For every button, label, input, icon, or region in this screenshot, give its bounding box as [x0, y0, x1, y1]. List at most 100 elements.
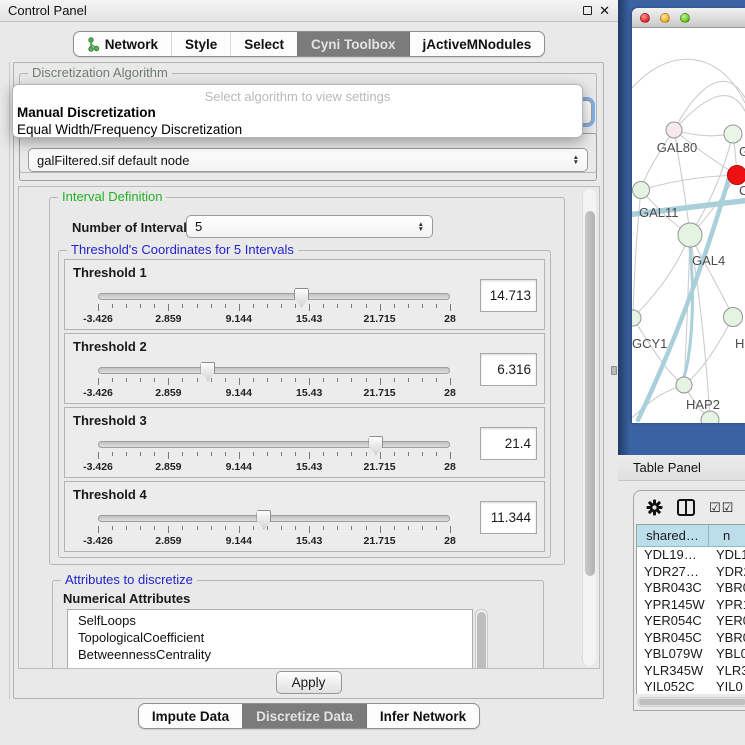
table-row[interactable]: YDR27…YDR2	[637, 564, 745, 581]
threshold-4-slider[interactable]	[98, 515, 450, 522]
algorithm-option-equal-width[interactable]: Equal Width/Frequency Discretization	[13, 121, 582, 138]
tab-select[interactable]: Select	[230, 32, 297, 56]
network-node[interactable]	[724, 308, 743, 327]
algorithm-option-manual[interactable]: Manual Discretization	[13, 104, 582, 121]
tab-discretize-data[interactable]: Discretize Data	[242, 704, 366, 728]
minimize-traffic-light-icon[interactable]	[660, 13, 670, 23]
table-row[interactable]: YBL079WYBL0	[637, 646, 745, 663]
network-node[interactable]	[724, 125, 742, 143]
threshold-4-panel: Threshold 4 -3.4262.8599.14415.4321.7152…	[64, 481, 545, 552]
cell-shared-name[interactable]: YER054C	[637, 613, 709, 630]
threshold-label: Threshold 3	[73, 413, 147, 428]
attributes-list-scrollbar[interactable]	[475, 609, 488, 669]
tab-label: Style	[185, 37, 217, 52]
cell-shared-name[interactable]: YBR045C	[637, 630, 709, 647]
network-node-label: GCY1	[632, 336, 667, 351]
table-data-combobox[interactable]: galFiltered.sif default node ▲▼	[28, 148, 588, 172]
table-horizontal-scrollbar[interactable]	[637, 697, 745, 707]
close-icon[interactable]: ✕	[599, 4, 610, 17]
node-attribute-table[interactable]: shared… n YDL19…YDL1YDR27…YDR2YBR043CYBR…	[636, 524, 745, 694]
spinner-arrows-icon: ▲▼	[412, 222, 424, 232]
threshold-2-value-field[interactable]: 6.316	[480, 353, 537, 386]
cell-name[interactable]: YBR0	[709, 630, 745, 647]
column-header-name[interactable]: n	[709, 525, 745, 547]
float-window-icon[interactable]	[583, 6, 592, 15]
threshold-1-panel: Threshold 1 -3.4262.8599.14415.4321.7152…	[64, 259, 545, 330]
slider-tick-labels: -3.4262.8599.14415.4321.71528	[98, 313, 450, 325]
attribute-list-item[interactable]: SelfLoops	[78, 612, 472, 629]
cell-name[interactable]: YBR0	[709, 580, 745, 597]
network-node[interactable]	[728, 166, 745, 185]
scrollbar-thumb[interactable]	[585, 211, 595, 576]
tab-infer-network[interactable]: Infer Network	[366, 704, 479, 728]
table-row[interactable]: YPR145WYPR1	[637, 597, 745, 614]
network-node[interactable]	[676, 377, 692, 393]
columns-icon[interactable]	[677, 499, 695, 516]
gear-icon[interactable]	[646, 499, 663, 516]
number-of-intervals-combobox[interactable]: 5 ▲▼	[186, 215, 433, 238]
threshold-1-value-field[interactable]: 14.713	[480, 279, 537, 312]
cell-name[interactable]: YBL0	[709, 646, 745, 663]
network-node[interactable]	[632, 310, 641, 326]
attribute-list-item[interactable]: TopologicalCoefficient	[78, 629, 472, 646]
threshold-3-slider[interactable]	[98, 441, 450, 448]
network-node[interactable]	[678, 223, 702, 247]
table-header-row: shared… n	[637, 525, 745, 547]
tick-label: 28	[444, 387, 456, 399]
tick-label: 9.144	[226, 313, 252, 325]
tick-label: 9.144	[226, 387, 252, 399]
settings-scrollbar[interactable]	[582, 189, 596, 666]
apply-button[interactable]: Apply	[276, 671, 342, 694]
slider-tick-labels: -3.4262.8599.14415.4321.71528	[98, 387, 450, 399]
cell-shared-name[interactable]: YBL079W	[637, 646, 709, 663]
table-row[interactable]: YBR043CYBR0	[637, 580, 745, 597]
cell-shared-name[interactable]: YLR345W	[637, 663, 709, 680]
cell-name[interactable]: YLR3	[709, 663, 745, 680]
cell-name[interactable]: YPR1	[709, 597, 745, 614]
checkboxes-icon[interactable]: ☑☑	[709, 500, 734, 516]
tab-cyni-toolbox[interactable]: Cyni Toolbox	[297, 32, 409, 56]
network-canvas[interactable]: GAL80GACGAL11GAL4GCY1HHAP2	[632, 28, 745, 423]
group-title: Threshold's Coordinates for 5 Intervals	[67, 242, 298, 257]
table-row[interactable]: YBR045CYBR0	[637, 630, 745, 647]
table-panel-box: ☑☑ shared… n YDL19…YDL1YDR27…YDR2YBR043C…	[633, 490, 745, 711]
network-desktop-background: GAL80GACGAL11GAL4GCY1HHAP2	[618, 0, 745, 455]
table-row[interactable]: YDL19…YDL1	[637, 547, 745, 564]
attribute-list-item[interactable]: BetweennessCentrality	[78, 646, 472, 663]
scrollbar-thumb[interactable]	[639, 699, 745, 705]
network-node-label: GA	[739, 144, 745, 159]
cell-name[interactable]: YDL1	[709, 547, 745, 564]
network-node[interactable]	[666, 122, 682, 138]
cell-name[interactable]: YIL0	[709, 679, 745, 694]
cell-shared-name[interactable]: YDL19…	[637, 547, 709, 564]
cell-name[interactable]: YER0	[709, 613, 745, 630]
split-pane-handle[interactable]	[611, 366, 617, 375]
attributes-list[interactable]: SelfLoopsTopologicalCoefficientBetweenne…	[67, 609, 473, 669]
tab-impute-data[interactable]: Impute Data	[139, 704, 242, 728]
threshold-2-slider[interactable]	[98, 367, 450, 374]
threshold-1-slider[interactable]	[98, 293, 450, 300]
cell-shared-name[interactable]: YBR043C	[637, 580, 709, 597]
tab-network[interactable]: Network	[74, 32, 171, 56]
tab-jactivemnodules[interactable]: jActiveMNodules	[409, 32, 545, 56]
table-row[interactable]: YER054CYER0	[637, 613, 745, 630]
tab-style[interactable]: Style	[171, 32, 230, 56]
threshold-4-value-field[interactable]: 11.344	[480, 501, 537, 534]
cell-name[interactable]: YDR2	[709, 564, 745, 581]
threshold-3-value-field[interactable]: 21.4	[480, 427, 537, 460]
table-row[interactable]: YLR345WYLR3	[637, 663, 745, 680]
tick-label: 2.859	[155, 313, 181, 325]
top-tab-bar: Network Style Select Cyni Toolbox jActiv…	[0, 31, 618, 57]
tick-label: -3.426	[83, 313, 113, 325]
cell-shared-name[interactable]: YPR145W	[637, 597, 709, 614]
threshold-label: Threshold 2	[73, 339, 147, 354]
bottom-tab-bar: Impute Data Discretize Data Infer Networ…	[0, 703, 618, 729]
zoom-traffic-light-icon[interactable]	[680, 13, 690, 23]
close-traffic-light-icon[interactable]	[640, 13, 650, 23]
column-header-shared-name[interactable]: shared…	[637, 525, 709, 547]
cell-shared-name[interactable]: YDR27…	[637, 564, 709, 581]
network-node[interactable]	[633, 182, 650, 199]
threshold-2-panel: Threshold 2 -3.4262.8599.14415.4321.7152…	[64, 333, 545, 404]
cell-shared-name[interactable]: YIL052C	[637, 679, 709, 694]
table-row[interactable]: YIL052CYIL0	[637, 679, 745, 694]
